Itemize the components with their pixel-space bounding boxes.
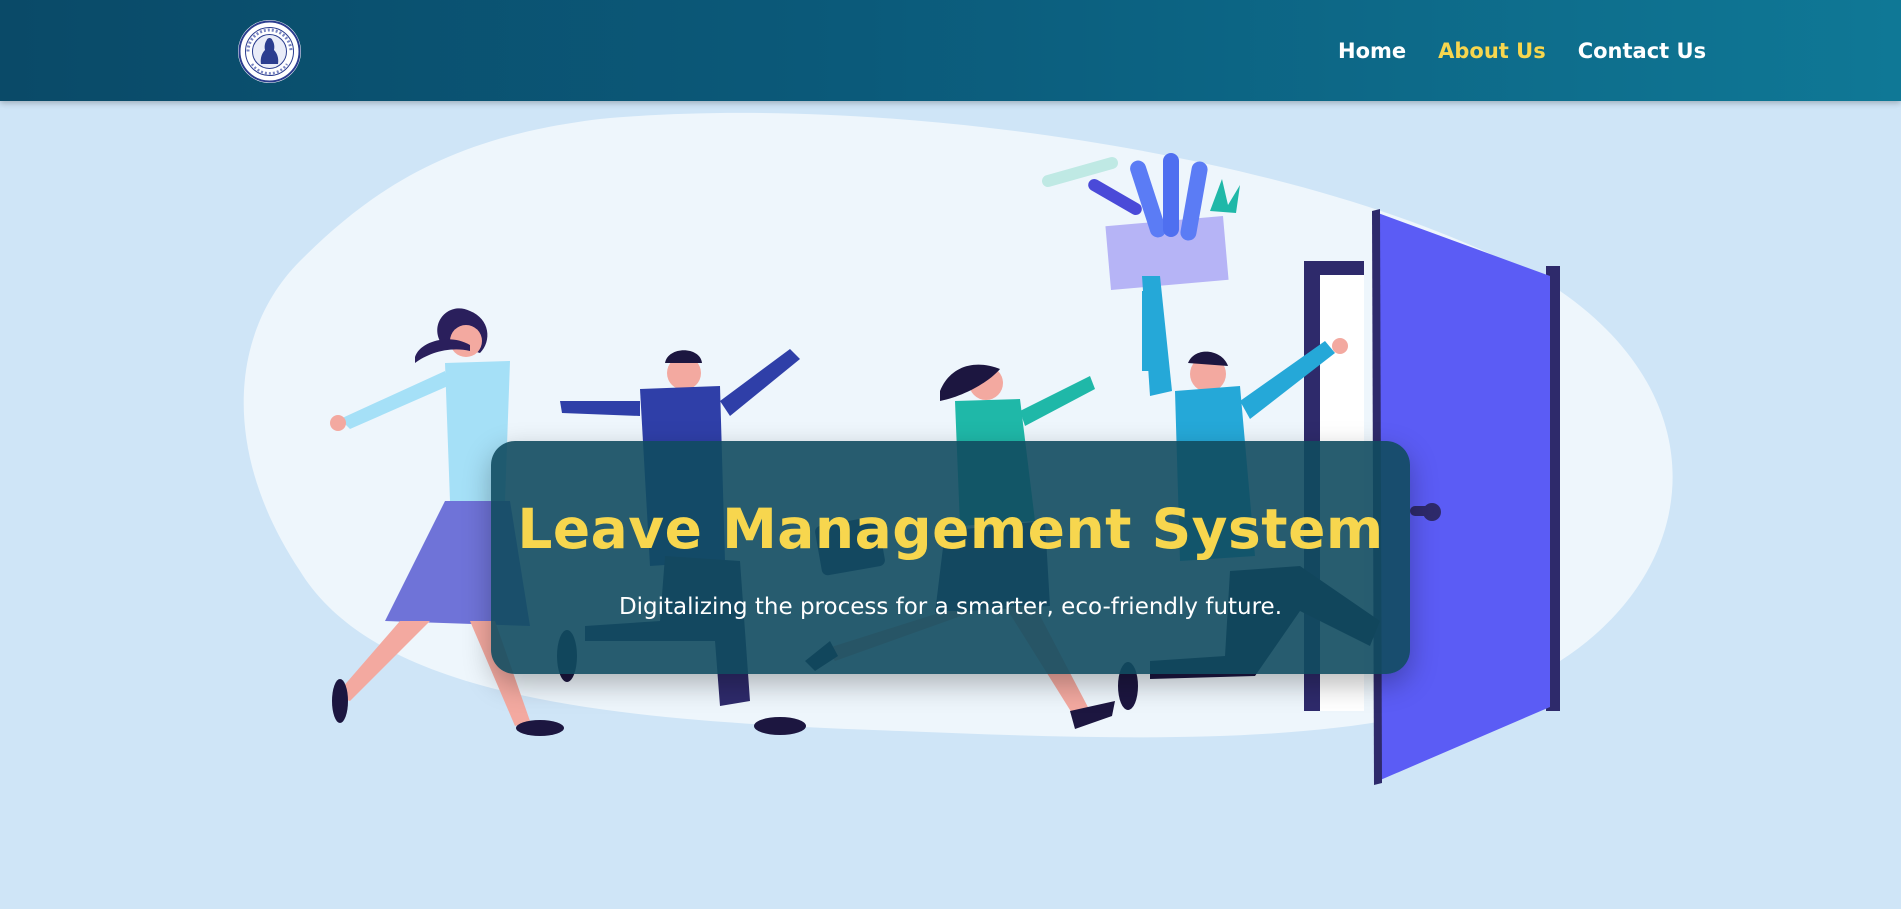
hero-banner: Leave Management System Digitalizing the… — [491, 441, 1410, 674]
hero-subtitle: Digitalizing the process for a smarter, … — [618, 594, 1283, 620]
hero-title: Leave Management System — [517, 497, 1384, 561]
nav-links: Home About Us Contact Us — [1338, 0, 1706, 101]
nav-contact-link[interactable]: Contact Us — [1578, 39, 1706, 63]
top-navbar: Home About Us Contact Us — [0, 0, 1901, 101]
emblem-icon — [238, 20, 301, 83]
logo[interactable] — [238, 20, 301, 83]
hero-section: Leave Management System Digitalizing the… — [0, 101, 1901, 909]
nav-about-link[interactable]: About Us — [1438, 39, 1546, 63]
nav-home-link[interactable]: Home — [1338, 39, 1406, 63]
